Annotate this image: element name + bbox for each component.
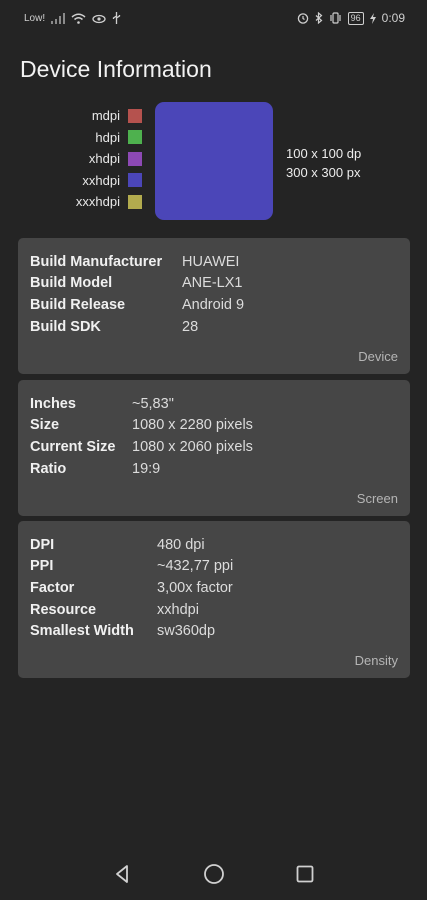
info-value: Android 9 — [182, 296, 245, 313]
usb-icon — [112, 12, 121, 24]
color-swatch — [128, 130, 142, 145]
info-value: xxhdpi — [157, 601, 199, 618]
navigation-bar — [0, 848, 427, 900]
back-icon — [116, 865, 128, 883]
info-value: 28 — [182, 318, 199, 335]
legend-item-hdpi: hdpi — [60, 127, 142, 149]
legend-label: xhdpi — [88, 151, 120, 167]
info-key: Build Manufacturer — [30, 253, 163, 270]
info-value: 3,00x factor — [157, 579, 233, 596]
info-key: PPI — [30, 558, 54, 575]
signal-icon — [51, 12, 66, 24]
recents-button[interactable] — [285, 854, 325, 894]
status-bar: Low! 96 0:09 — [0, 0, 427, 36]
color-swatch — [128, 194, 142, 209]
charging-icon — [369, 12, 376, 24]
info-value: 480 dpi — [157, 536, 205, 553]
info-row-build-release: Build Release Android 9 — [30, 294, 398, 316]
carrier-label: Low! — [24, 12, 46, 24]
page-title: Device Information — [20, 56, 212, 82]
card-footer-density: Density — [354, 653, 398, 668]
info-value: 19:9 — [132, 460, 161, 477]
info-value: 1080 x 2280 pixels — [132, 417, 253, 434]
preview-size-px: 300 x 300 px — [286, 165, 361, 180]
recents-icon — [296, 865, 314, 883]
legend-label: xxhdpi — [82, 172, 120, 188]
preview-size-dp: 100 x 100 dp — [286, 146, 362, 161]
info-key: Factor — [30, 579, 75, 596]
density-preview-box — [155, 102, 273, 220]
vibrate-icon — [329, 12, 342, 24]
legend-item-xxhdpi: xxhdpi — [60, 170, 142, 192]
info-row-current-size: Current Size 1080 x 2060 pixels — [30, 436, 398, 458]
status-bar-left: Low! — [24, 12, 121, 24]
info-row-build-manufacturer: Build Manufacturer HUAWEI — [30, 251, 398, 273]
info-row-size: Size 1080 x 2280 pixels — [30, 415, 398, 437]
bluetooth-icon — [315, 12, 323, 24]
info-row-smallest-width: Smallest Width sw360dp — [30, 620, 398, 642]
home-button[interactable] — [194, 854, 234, 894]
info-row-build-sdk: Build SDK 28 — [30, 316, 398, 338]
info-value: ANE-LX1 — [182, 275, 243, 292]
device-card: Build Manufacturer HUAWEI Build Model AN… — [18, 238, 410, 374]
info-row-ratio: Ratio 19:9 — [30, 458, 398, 480]
info-row-dpi: DPI 480 dpi — [30, 534, 398, 556]
info-key: Resource — [30, 601, 97, 618]
legend-label: xxxhdpi — [75, 194, 120, 210]
back-button[interactable] — [103, 854, 143, 894]
color-swatch — [128, 108, 142, 123]
wifi-icon — [71, 13, 86, 24]
screen-card: Inches ~5,83" Size 1080 x 2280 pixels Cu… — [18, 380, 410, 516]
density-legend: mdpi hdpi xhdpi xxhdpi xxxhdpi — [60, 105, 142, 213]
info-row-factor: Factor 3,00x factor — [30, 577, 398, 599]
info-row-build-model: Build Model ANE-LX1 — [30, 273, 398, 295]
info-key: Size — [30, 417, 60, 434]
eye-comfort-icon — [92, 13, 106, 24]
info-row-inches: Inches ~5,83" — [30, 393, 398, 415]
info-value: ~432,77 ppi — [157, 558, 234, 575]
density-card: DPI 480 dpi PPI ~432,77 ppi Factor 3,00x… — [18, 521, 410, 678]
info-key: Current Size — [30, 438, 116, 455]
color-swatch — [128, 173, 142, 188]
alarm-icon — [297, 12, 309, 24]
status-bar-right: 96 0:09 — [297, 11, 405, 25]
info-value: sw360dp — [157, 623, 216, 640]
info-row-ppi: PPI ~432,77 ppi — [30, 556, 398, 578]
legend-label: hdpi — [95, 129, 120, 145]
info-key: DPI — [30, 536, 55, 553]
info-key: Ratio — [30, 460, 67, 477]
info-row-resource: Resource xxhdpi — [30, 599, 398, 621]
info-key: Build Release — [30, 296, 126, 313]
info-value: 1080 x 2060 pixels — [132, 438, 253, 455]
card-footer-screen: Screen — [356, 491, 398, 506]
legend-item-mdpi: mdpi — [60, 105, 142, 127]
clock: 0:09 — [381, 11, 405, 25]
info-value: ~5,83" — [132, 395, 174, 412]
legend-label: mdpi — [91, 108, 120, 124]
card-footer-device: Device — [358, 349, 398, 364]
battery-indicator: 96 — [347, 11, 364, 25]
preview-size-label: 100 x 100 dp 300 x 300 px — [286, 144, 361, 182]
home-icon — [204, 864, 224, 884]
color-swatch — [128, 151, 142, 166]
legend-item-xxxhdpi: xxxhdpi — [60, 191, 142, 213]
info-key: Build SDK — [30, 318, 101, 335]
info-value: HUAWEI — [182, 253, 240, 270]
info-key: Build Model — [30, 275, 113, 292]
legend-item-xhdpi: xhdpi — [60, 148, 142, 170]
info-key: Inches — [30, 395, 76, 412]
info-key: Smallest Width — [30, 623, 134, 640]
